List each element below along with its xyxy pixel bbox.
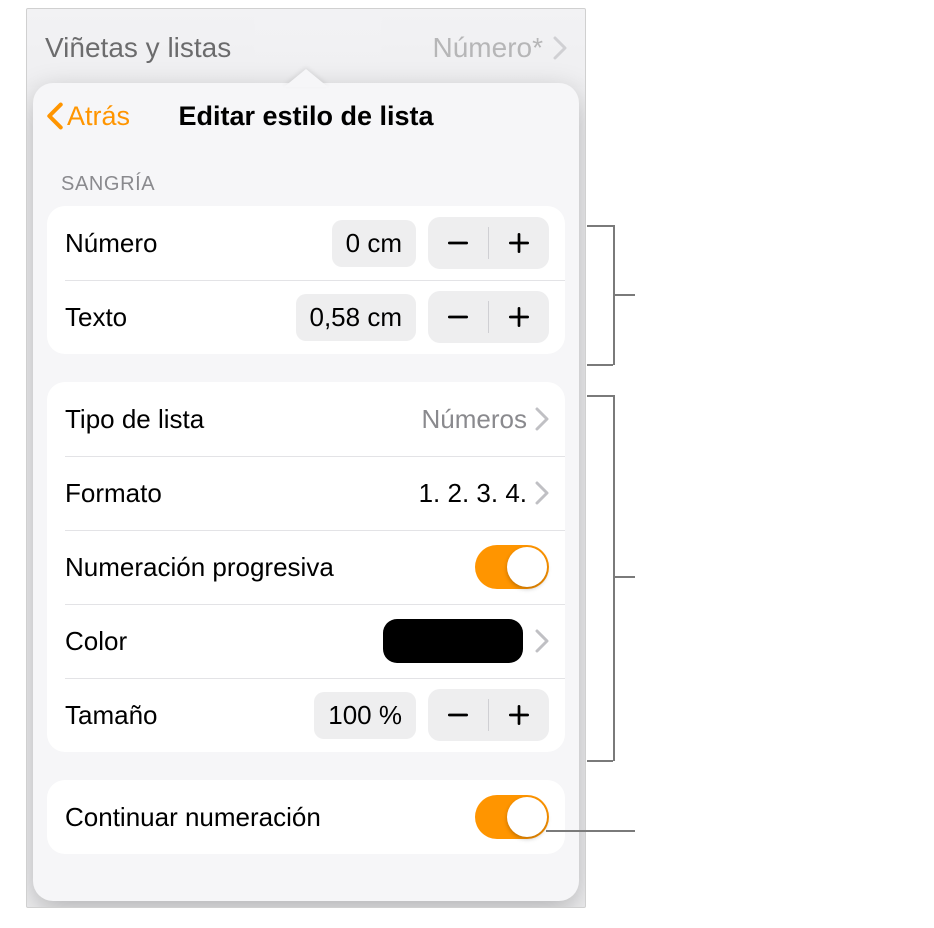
continue-numbering-label: Continuar numeración bbox=[65, 802, 321, 833]
callout-line bbox=[613, 294, 635, 296]
callout-line bbox=[587, 364, 613, 366]
toggle-knob bbox=[507, 547, 547, 587]
progressive-numbering-row: Numeración progresiva bbox=[47, 530, 565, 604]
indent-text-stepper bbox=[428, 291, 549, 343]
indent-number-value[interactable]: 0 cm bbox=[332, 220, 416, 267]
parent-row-value: Número* bbox=[433, 32, 567, 64]
indent-text-row: Texto 0,58 cm bbox=[47, 280, 565, 354]
indent-number-label: Número bbox=[65, 228, 157, 259]
continue-numbering-group: Continuar numeración bbox=[47, 780, 565, 854]
continue-numbering-row: Continuar numeración bbox=[47, 780, 565, 854]
parent-row-title: Viñetas y listas bbox=[45, 32, 231, 64]
chevron-right-icon bbox=[553, 36, 567, 60]
color-swatch bbox=[383, 619, 523, 663]
indent-number-row: Número 0 cm bbox=[47, 206, 565, 280]
inspector-frame: Viñetas y listas Número* Atrás Editar es… bbox=[26, 8, 586, 908]
color-row[interactable]: Color bbox=[47, 604, 565, 678]
minus-icon bbox=[445, 702, 471, 728]
list-style-group: Tipo de lista Números Formato 1. 2. 3. 4… bbox=[47, 382, 565, 752]
plus-icon bbox=[506, 702, 532, 728]
chevron-right-icon bbox=[535, 407, 549, 431]
chevron-right-icon bbox=[535, 481, 549, 505]
callout-line bbox=[546, 830, 635, 832]
plus-icon bbox=[506, 304, 532, 330]
size-increment[interactable] bbox=[489, 689, 549, 741]
continue-numbering-toggle[interactable] bbox=[475, 795, 549, 839]
callout-line bbox=[613, 576, 635, 578]
size-stepper bbox=[428, 689, 549, 741]
format-value: 1. 2. 3. 4. bbox=[419, 478, 527, 509]
chevron-left-icon bbox=[47, 102, 63, 130]
minus-icon bbox=[445, 304, 471, 330]
indent-number-stepper bbox=[428, 217, 549, 269]
list-type-label: Tipo de lista bbox=[65, 404, 204, 435]
format-label: Formato bbox=[65, 478, 162, 509]
size-row: Tamaño 100 % bbox=[47, 678, 565, 752]
edit-list-style-popover: Atrás Editar estilo de lista SANGRÍA Núm… bbox=[33, 83, 579, 901]
indent-number-increment[interactable] bbox=[489, 217, 549, 269]
nav-header: Atrás Editar estilo de lista bbox=[33, 83, 579, 149]
size-decrement[interactable] bbox=[428, 689, 488, 741]
list-type-row[interactable]: Tipo de lista Números bbox=[47, 382, 565, 456]
plus-icon bbox=[506, 230, 532, 256]
list-type-value: Números bbox=[422, 404, 527, 435]
size-label: Tamaño bbox=[65, 700, 158, 731]
chevron-right-icon bbox=[535, 629, 549, 653]
back-button[interactable]: Atrás bbox=[47, 101, 130, 132]
indent-number-decrement[interactable] bbox=[428, 217, 488, 269]
indent-group: Número 0 cm Texto 0,58 cm bbox=[47, 206, 565, 354]
format-row[interactable]: Formato 1. 2. 3. 4. bbox=[47, 456, 565, 530]
size-value[interactable]: 100 % bbox=[314, 692, 416, 739]
minus-icon bbox=[445, 230, 471, 256]
callout-line bbox=[587, 395, 613, 397]
indent-text-decrement[interactable] bbox=[428, 291, 488, 343]
back-label: Atrás bbox=[67, 101, 130, 132]
indent-text-label: Texto bbox=[65, 302, 127, 333]
callout-line bbox=[613, 395, 615, 761]
indent-text-value[interactable]: 0,58 cm bbox=[296, 294, 417, 341]
parent-row-value-text: Número* bbox=[433, 32, 543, 64]
progressive-numbering-label: Numeración progresiva bbox=[65, 552, 334, 583]
progressive-numbering-toggle[interactable] bbox=[475, 545, 549, 589]
color-label: Color bbox=[65, 626, 127, 657]
toggle-knob bbox=[507, 797, 547, 837]
callout-line bbox=[587, 225, 613, 227]
section-header-indent: SANGRÍA bbox=[33, 149, 579, 202]
callout-line bbox=[587, 760, 613, 762]
indent-text-increment[interactable] bbox=[489, 291, 549, 343]
